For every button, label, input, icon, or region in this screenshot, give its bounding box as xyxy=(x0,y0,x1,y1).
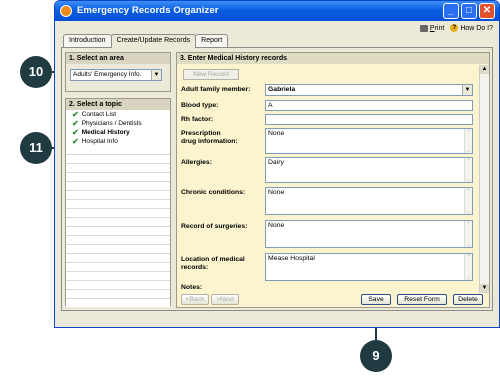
title-bar: Emergency Records Organizer _ □ ✕ xyxy=(55,1,499,21)
chevron-down-icon[interactable]: ▼ xyxy=(462,85,472,95)
help-link[interactable]: ? How Do I? xyxy=(450,23,493,33)
textarea-scrollbar[interactable] xyxy=(464,129,472,153)
callout-10-marker: 10 xyxy=(20,56,52,88)
blood-type-field[interactable]: A xyxy=(265,100,473,111)
records-header: 3. Enter Medical History records xyxy=(177,53,489,64)
printer-icon xyxy=(419,24,428,32)
area-select-value: Adults' Emergency Info. xyxy=(73,71,142,78)
surgeries-value: None xyxy=(268,222,285,229)
scroll-down-icon[interactable]: ▼ xyxy=(480,284,489,293)
print-label: Print xyxy=(429,24,445,32)
help-label: How Do I? xyxy=(460,24,493,32)
check-icon: ✔ xyxy=(72,136,79,146)
print-link[interactable]: Print xyxy=(419,23,445,33)
delete-button[interactable]: Delete xyxy=(453,294,483,305)
chronic-label: Chronic conditions: xyxy=(181,189,246,196)
tab-strip: Introduction Create/Update Records Repor… xyxy=(63,34,229,48)
reset-form-button[interactable]: Reset Form xyxy=(397,294,447,305)
chevron-down-icon[interactable]: ▼ xyxy=(151,70,161,80)
topic-label: Medical History xyxy=(81,129,130,136)
tab-panel: 1. Select an area Adults' Emergency Info… xyxy=(61,47,493,311)
topic-header: 2. Select a topic xyxy=(66,99,170,110)
records-scrollbar[interactable]: ▲ ▼ xyxy=(479,65,489,293)
chronic-value: None xyxy=(268,189,285,196)
location-field[interactable]: Mease Hospital xyxy=(265,253,473,281)
window-title: Emergency Records Organizer xyxy=(77,5,219,16)
callout-9-marker: 9 xyxy=(360,340,392,372)
app-window: Emergency Records Organizer _ □ ✕ Print … xyxy=(54,0,500,328)
next-button[interactable]: >Next xyxy=(211,294,239,305)
new-record-button[interactable]: New Record xyxy=(183,69,239,80)
scroll-up-icon[interactable]: ▲ xyxy=(480,65,489,74)
chronic-field[interactable]: None xyxy=(265,187,473,215)
textarea-scrollbar[interactable] xyxy=(464,158,472,182)
textarea-scrollbar[interactable] xyxy=(464,188,472,214)
surgeries-field[interactable]: None xyxy=(265,220,473,248)
prescription-field[interactable]: None xyxy=(265,128,473,154)
back-button[interactable]: <Back xyxy=(181,294,209,305)
textarea-scrollbar[interactable] xyxy=(464,254,472,280)
member-label: Adult family member: xyxy=(181,86,251,93)
member-select[interactable]: Gabriela ▼ xyxy=(265,84,473,96)
records-section: 3. Enter Medical History records New Rec… xyxy=(176,52,490,308)
surgeries-label: Record of surgeries: xyxy=(181,223,248,230)
area-select[interactable]: Adults' Emergency Info. ▼ xyxy=(70,69,162,81)
textarea-scrollbar[interactable] xyxy=(464,221,472,247)
topic-item-hospital-info[interactable]: ✔ Hospital Info xyxy=(66,137,170,146)
topic-section: 2. Select a topic ✔ Contact List ✔ Physi… xyxy=(65,98,171,307)
check-icon: ✔ xyxy=(72,109,79,119)
rh-factor-field[interactable] xyxy=(265,114,473,125)
prescription-label-line1: Prescription xyxy=(181,130,221,137)
save-button[interactable]: Save xyxy=(361,294,391,305)
check-icon: ✔ xyxy=(72,127,79,137)
check-icon: ✔ xyxy=(72,118,79,128)
allergies-value: Dairy xyxy=(268,159,284,166)
notes-label: Notes: xyxy=(181,284,203,291)
allergies-label: Allergies: xyxy=(181,159,212,166)
area-header: 1. Select an area xyxy=(66,53,170,64)
topic-list: ✔ Contact List ✔ Physicians / Dentists ✔… xyxy=(66,110,170,307)
location-value: Mease Hospital xyxy=(268,255,315,262)
prescription-value: None xyxy=(268,130,285,137)
area-section: 1. Select an area Adults' Emergency Info… xyxy=(65,52,171,92)
rh-factor-label: Rh factor: xyxy=(181,116,214,123)
location-label-line2: records: xyxy=(181,264,209,271)
tab-introduction[interactable]: Introduction xyxy=(63,34,112,47)
tab-report[interactable]: Report xyxy=(195,34,229,47)
topic-item-physicians[interactable]: ✔ Physicians / Dentists xyxy=(66,119,170,128)
location-label-line1: Location of medical xyxy=(181,256,245,263)
toolbar-links: Print ? How Do I? xyxy=(419,23,493,33)
topic-item-contact-list[interactable]: ✔ Contact List xyxy=(66,110,170,119)
tab-create-update-records[interactable]: Create/Update Records xyxy=(110,34,197,48)
records-button-bar: <Back >Next Save Reset Form Delete xyxy=(177,293,489,307)
member-value: Gabriela xyxy=(268,86,296,93)
maximize-button[interactable]: □ xyxy=(461,3,477,19)
prescription-label-line2: drug information: xyxy=(181,138,238,145)
allergies-field[interactable]: Dairy xyxy=(265,157,473,183)
topic-label: Hospital Info xyxy=(81,138,118,145)
question-icon: ? xyxy=(450,24,459,32)
app-logo-icon xyxy=(60,5,72,17)
callout-11-marker: 11 xyxy=(20,132,52,164)
topic-label: Contact List xyxy=(81,111,117,118)
close-button[interactable]: ✕ xyxy=(479,3,495,19)
minimize-button[interactable]: _ xyxy=(443,3,459,19)
blood-type-label: Blood type: xyxy=(181,102,219,109)
topic-item-medical-history[interactable]: ✔ Medical History xyxy=(66,128,170,137)
topic-label: Physicians / Dentists xyxy=(81,120,142,127)
